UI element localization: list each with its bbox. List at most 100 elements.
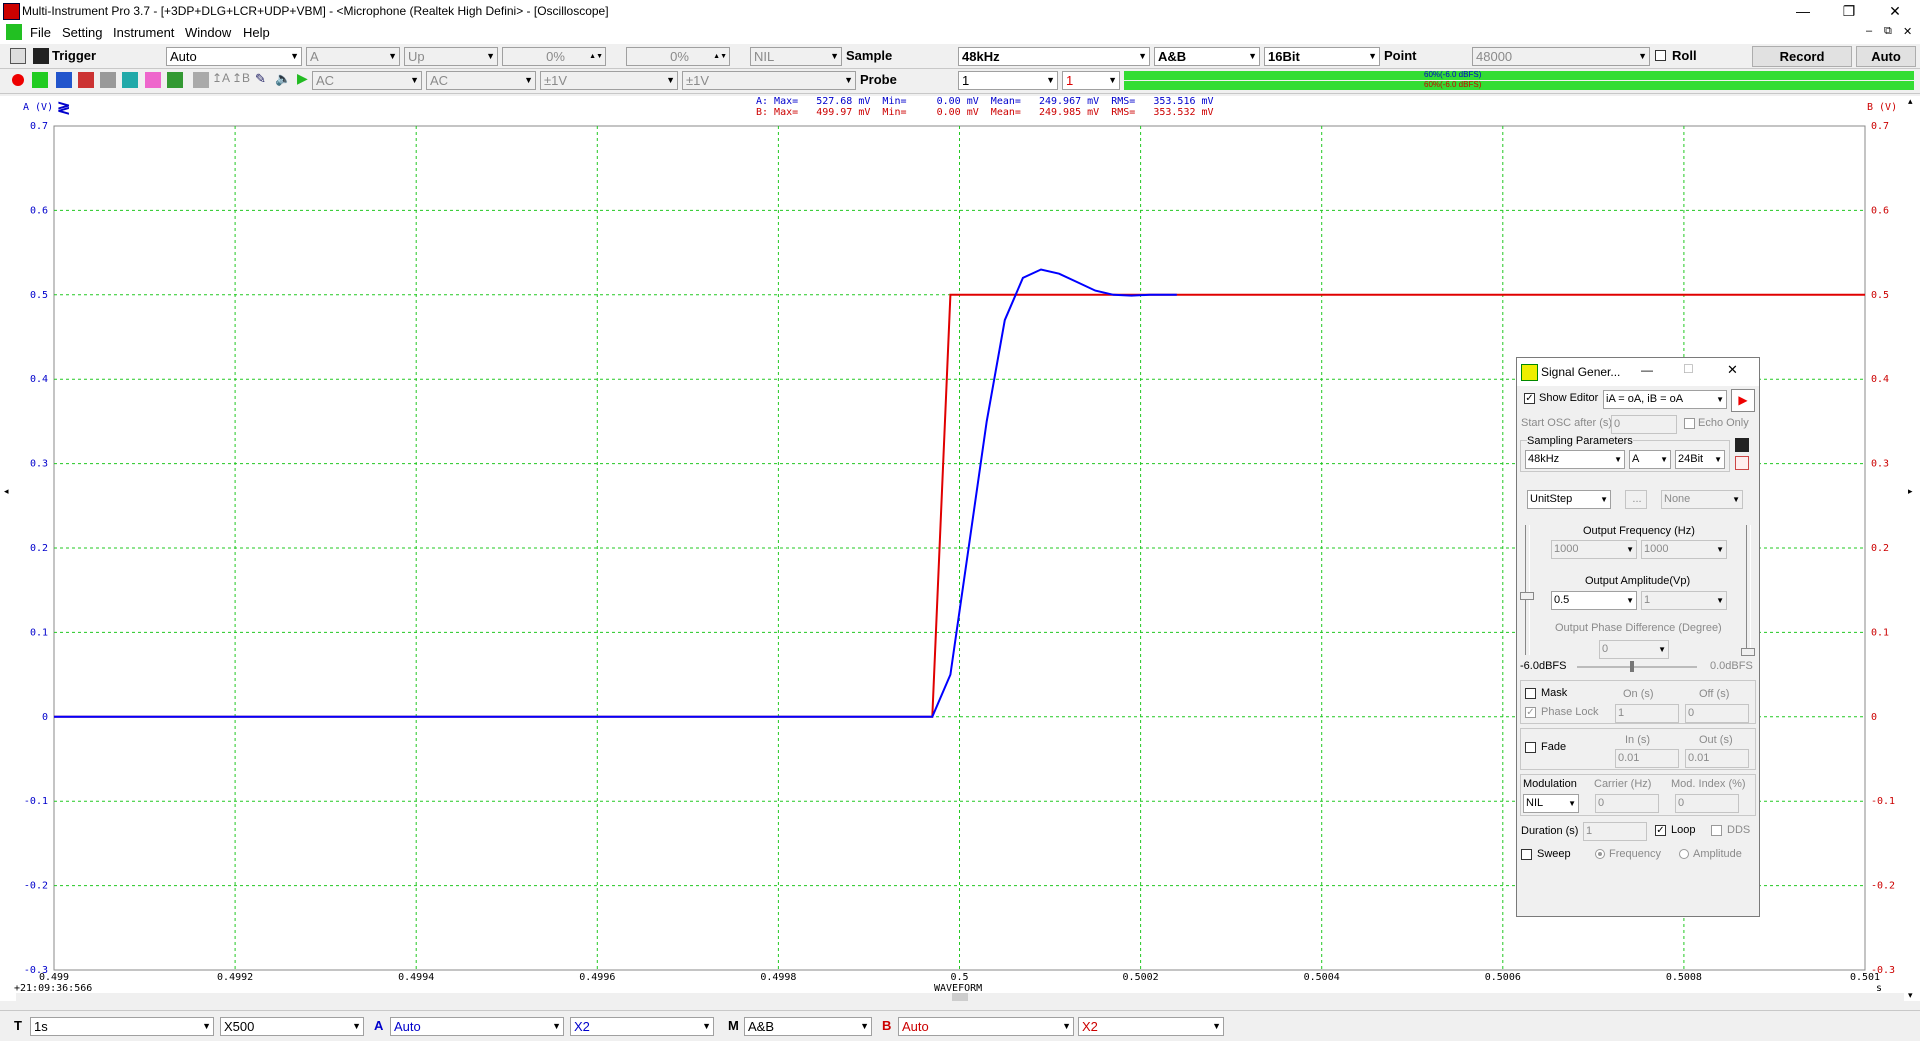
mask-off-field[interactable]: 0 (1685, 704, 1749, 723)
waveform-select[interactable]: UnitStep ▼ (1527, 490, 1611, 509)
3d-spectrum-icon[interactable] (100, 72, 116, 88)
speaker-icon[interactable]: 🔈 (275, 71, 291, 87)
mod-index-field[interactable]: 0 (1675, 794, 1739, 813)
editor-expression-select[interactable]: iA = oA, iB = oA ▼ (1603, 390, 1727, 409)
dds-icon[interactable] (167, 72, 183, 88)
menu-window[interactable]: Window (185, 25, 231, 40)
secondary-waveform-select[interactable]: None ▼ (1661, 490, 1743, 509)
echo-only-checkbox[interactable] (1684, 418, 1695, 429)
save-icon[interactable] (33, 48, 49, 64)
oscilloscope-icon[interactable] (32, 72, 48, 88)
dbfs-slider-thumb[interactable] (1630, 661, 1634, 672)
points-select[interactable]: 48000 ▼ (1472, 47, 1650, 66)
x-tick-label: 0.5002 (1123, 972, 1159, 983)
phase-select[interactable]: 0 ▼ (1599, 640, 1669, 659)
siggen-channel-select[interactable]: A ▼ (1629, 450, 1671, 469)
y-tick-label-a: 0.1 (30, 627, 48, 638)
mask-on-field[interactable]: 1 (1615, 704, 1679, 723)
coupling-b-select[interactable]: AC ▼ (426, 71, 536, 90)
timebase-select[interactable]: 1s ▼ (30, 1017, 214, 1036)
siggen-close-button[interactable]: ✕ (1727, 362, 1738, 378)
siggen-wave-icon[interactable] (1735, 456, 1749, 470)
show-editor-checkbox[interactable]: ✓ (1524, 393, 1535, 404)
trigger-level-field[interactable]: 0% ▲▼ (502, 47, 606, 66)
filter-select[interactable]: NIL ▼ (750, 47, 842, 66)
fade-in-field[interactable]: 0.01 (1615, 749, 1679, 768)
channel-a-icon[interactable]: ↥A (212, 71, 230, 85)
range-a-select[interactable]: ±1V ▼ (540, 71, 678, 90)
dmm-icon[interactable] (122, 72, 138, 88)
carrier-field[interactable]: 0 (1595, 794, 1659, 813)
a-zoom-select[interactable]: X2 ▼ (570, 1017, 714, 1036)
amplitude-b-select[interactable]: 1 ▼ (1641, 591, 1727, 610)
trigger-edge-select[interactable]: Up ▼ (404, 47, 498, 66)
siggen-maximize-button[interactable]: ☐ (1683, 362, 1694, 376)
siggen-rate-select[interactable]: 48kHz ▼ (1525, 450, 1625, 469)
sweep-checkbox[interactable] (1521, 849, 1532, 860)
siggen-save-icon[interactable] (1735, 438, 1749, 452)
channel-b-icon[interactable]: ↥B (232, 71, 250, 85)
a-scale-select[interactable]: Auto ▼ (390, 1017, 564, 1036)
mdi-minimize-button[interactable]: – (1866, 25, 1872, 37)
spectrum-icon[interactable] (56, 72, 72, 88)
horizontal-scrollbar[interactable] (16, 993, 1904, 1001)
frequency-radio[interactable] (1595, 849, 1605, 859)
horizontal-scroll-thumb[interactable] (952, 993, 968, 1001)
siggen-bits-select[interactable]: 24Bit ▼ (1675, 450, 1725, 469)
siggen-minimize-button[interactable]: — (1641, 363, 1653, 377)
channels-select[interactable]: A&B ▼ (1154, 47, 1260, 66)
dds-checkbox[interactable] (1711, 825, 1722, 836)
restore-button[interactable]: ❐ (1826, 0, 1872, 22)
record-dot-icon[interactable] (12, 74, 24, 86)
play-icon[interactable]: ▶ (297, 70, 308, 87)
loop-checkbox[interactable]: ✓ (1655, 825, 1666, 836)
mdi-close-button[interactable]: ✕ (1903, 25, 1912, 38)
probe-a-select[interactable]: 1 ▼ (958, 71, 1058, 90)
modulation-select[interactable]: NIL ▼ (1523, 794, 1579, 813)
trigger-mode-select[interactable]: Auto ▼ (166, 47, 302, 66)
menu-setting[interactable]: Setting (62, 25, 102, 40)
trigger-icon[interactable] (10, 48, 26, 64)
siggen-run-button[interactable]: ▶ (1731, 389, 1755, 412)
amplitude-b-slider-thumb[interactable] (1741, 648, 1755, 656)
dbfs-slider[interactable] (1577, 666, 1697, 668)
amplitude-a-slider[interactable] (1525, 525, 1530, 655)
menu-file[interactable]: File (30, 25, 51, 40)
range-b-select[interactable]: ±1V ▼ (682, 71, 856, 90)
mask-checkbox[interactable] (1525, 688, 1536, 699)
duration-field[interactable]: 1 (1583, 822, 1647, 841)
phase-lock-checkbox[interactable]: ✓ (1525, 707, 1536, 718)
b-scale-select[interactable]: Auto ▼ (898, 1017, 1074, 1036)
frequency-b-select[interactable]: 1000 ▼ (1641, 540, 1727, 559)
close-button[interactable]: ✕ (1872, 0, 1918, 22)
coupling-a-select[interactable]: AC ▼ (312, 71, 422, 90)
waveform-edit-button[interactable]: ... (1625, 490, 1647, 509)
siggen-icon[interactable] (145, 72, 161, 88)
sample-rate-select[interactable]: 48kHz ▼ (958, 47, 1150, 66)
fade-out-field[interactable]: 0.01 (1685, 749, 1749, 768)
trigger-source-select[interactable]: A ▼ (306, 47, 400, 66)
auto-button[interactable]: Auto (1856, 46, 1916, 67)
mdi-restore-button[interactable]: ⧉ (1884, 25, 1892, 38)
minimize-button[interactable]: — (1780, 0, 1826, 22)
trigger-delay-field[interactable]: 0% ▲▼ (626, 47, 730, 66)
amplitude-a-select[interactable]: 0.5 ▼ (1551, 591, 1637, 610)
menu-instrument[interactable]: Instrument (113, 25, 174, 40)
start-osc-field[interactable]: 0 (1611, 415, 1677, 434)
x-zoom-select[interactable]: X500 ▼ (220, 1017, 364, 1036)
amplitude-radio[interactable] (1679, 849, 1689, 859)
b-zoom-select[interactable]: X2 ▼ (1078, 1017, 1224, 1036)
menu-help[interactable]: Help (243, 25, 270, 40)
mode-select[interactable]: A&B ▼ (744, 1017, 872, 1036)
roll-checkbox[interactable] (1655, 50, 1666, 61)
amplitude-a-slider-thumb[interactable] (1520, 592, 1534, 600)
probe-icon[interactable]: ✎ (255, 71, 266, 87)
probe-b-select[interactable]: 1 ▼ (1062, 71, 1120, 90)
spectrogram-icon[interactable] (78, 72, 94, 88)
frequency-a-select[interactable]: 1000 ▼ (1551, 540, 1637, 559)
fade-checkbox[interactable] (1525, 742, 1536, 753)
amplitude-b-slider[interactable] (1746, 525, 1751, 655)
record-button[interactable]: Record (1752, 46, 1852, 67)
bits-select[interactable]: 16Bit ▼ (1264, 47, 1380, 66)
lock-icon[interactable] (193, 72, 209, 88)
